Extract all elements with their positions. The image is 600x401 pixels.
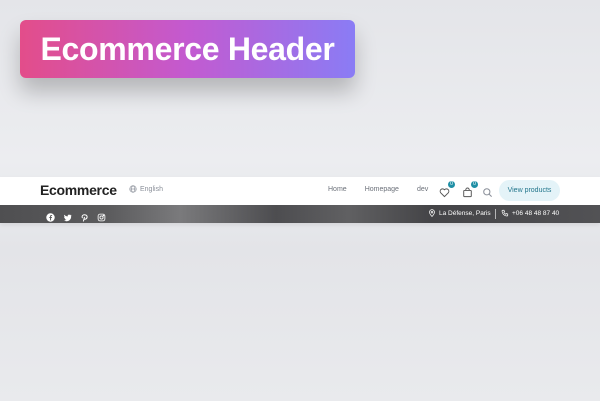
showcase-title-badge: Ecommerce Header (20, 20, 355, 78)
facebook-link[interactable] (46, 209, 55, 222)
phone-icon (501, 209, 509, 217)
language-label: English (140, 185, 163, 193)
pinterest-link[interactable] (80, 209, 89, 222)
pinterest-icon (81, 214, 88, 222)
site-header: Ecommerce English Home Homepage dev 0 0 (0, 177, 600, 223)
menu-item-dev[interactable]: dev (417, 186, 428, 193)
menu-item-home[interactable]: Home (328, 186, 347, 193)
map-pin-icon (429, 209, 435, 217)
location-text: La Défense, Paris (439, 209, 491, 217)
language-selector[interactable]: English (129, 185, 163, 193)
social-links (46, 209, 106, 222)
store-location[interactable]: La Défense, Paris (428, 209, 491, 217)
heart-icon (439, 188, 450, 198)
view-products-button[interactable]: View products (499, 180, 560, 201)
cart-count-badge: 0 (471, 181, 478, 188)
facebook-icon (46, 213, 55, 222)
instagram-icon (97, 213, 106, 222)
menu-item-homepage[interactable]: Homepage (365, 186, 399, 193)
globe-icon (129, 185, 137, 193)
search-icon (483, 188, 492, 197)
main-menu: Home Homepage dev (328, 186, 428, 193)
showcase-title: Ecommerce Header (40, 30, 335, 67)
instagram-link[interactable] (97, 209, 106, 222)
twitter-icon (63, 214, 72, 222)
site-logo[interactable]: Ecommerce (40, 182, 117, 198)
search-button[interactable] (482, 185, 494, 197)
shopping-bag-icon (463, 187, 472, 198)
twitter-link[interactable] (63, 209, 72, 222)
contact-phone[interactable]: +06 48 48 87 40 (501, 209, 559, 217)
cart-button[interactable]: 0 (462, 181, 478, 198)
top-info-bar: La Défense, Paris +06 48 48 87 40 (0, 205, 600, 223)
phone-text: +06 48 48 87 40 (512, 209, 560, 217)
wishlist-button[interactable]: 0 (439, 181, 455, 198)
main-nav-bar: Ecommerce English Home Homepage dev 0 0 (0, 177, 600, 205)
wishlist-count-badge: 0 (448, 181, 455, 188)
topbar-divider (495, 209, 496, 219)
